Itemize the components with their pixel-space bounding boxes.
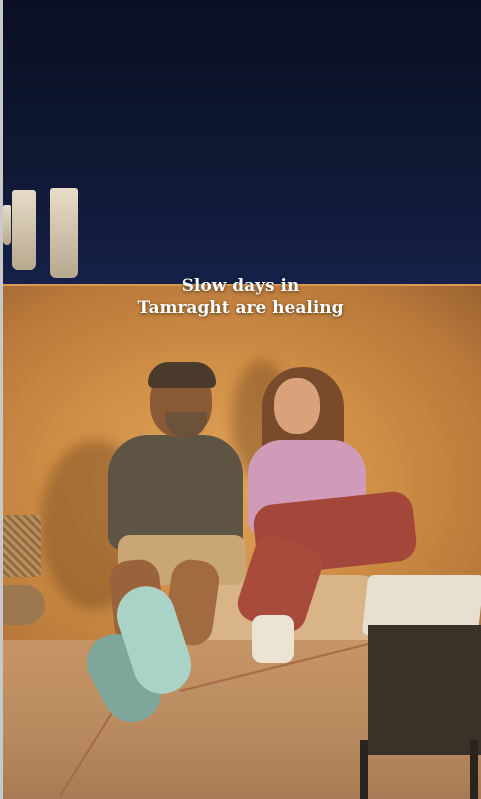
woven-basket (3, 515, 41, 577)
man-sweater (108, 435, 243, 550)
brazier-leg (360, 740, 368, 799)
photo-scene: Slow days in Tamraght are healing (0, 0, 481, 799)
hanging-towel (12, 190, 36, 270)
caption-line-1: Slow days in (181, 276, 300, 296)
sneaker (252, 615, 294, 663)
man-hair (148, 362, 216, 388)
woman-face (274, 378, 320, 434)
brazier-leg (470, 740, 478, 799)
hanging-towel (50, 188, 78, 278)
stool (3, 585, 45, 625)
hanging-towel (3, 205, 11, 245)
brazier-base (368, 625, 481, 755)
caption-line-2: Tamraght are healing (137, 298, 344, 318)
story-caption: Slow days in Tamraght are healing (0, 275, 481, 319)
